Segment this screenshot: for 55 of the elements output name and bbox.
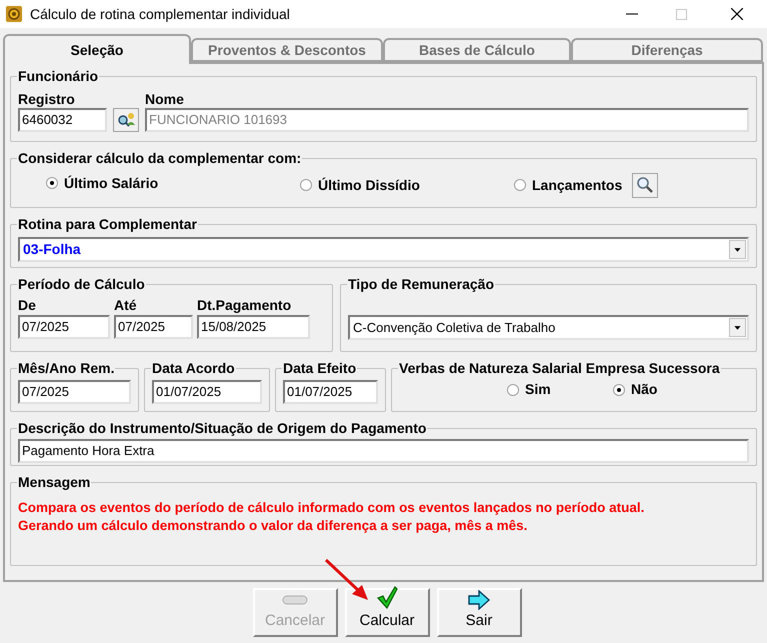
field-label: Até xyxy=(114,296,138,315)
radio-label: Último Salário xyxy=(64,174,158,192)
field-label: Dt.Pagamento xyxy=(197,296,292,315)
action-button[interactable]: Sair xyxy=(436,588,522,637)
radio-button[interactable] xyxy=(46,177,58,189)
message-text: Gerando um cálculo demonstrando o valor da diferença a ser paga, mês a mês. xyxy=(18,517,528,535)
group-title: Rotina para Complementar xyxy=(17,215,198,234)
group-title: Mês/Ano Rem. xyxy=(17,359,116,378)
app-icon xyxy=(6,6,22,22)
tab[interactable]: Bases de Cálculo xyxy=(383,38,571,62)
close-button[interactable] xyxy=(731,8,743,20)
group-title: Funcionário xyxy=(17,67,100,86)
group-title: Considerar cálculo da complementar com: xyxy=(17,149,302,168)
dropdown[interactable]: 03-Folha xyxy=(18,237,749,262)
group-title: Descrição do Instrumento/Situação de Origem do Pagamento xyxy=(17,419,428,438)
radio-button[interactable] xyxy=(300,179,312,191)
input-field[interactable]: 07/2025 xyxy=(18,380,131,404)
group-title: Tipo de Remuneração xyxy=(347,275,496,294)
magnifier-person-icon xyxy=(116,111,136,129)
field-label: Registro xyxy=(18,90,76,108)
radio-button[interactable] xyxy=(613,384,625,396)
search-person-button[interactable] xyxy=(113,108,139,132)
message-text: Compara os eventos do período de cálculo informado com os eventos lançados no período atual. xyxy=(18,499,646,517)
tab[interactable]: Seleção xyxy=(3,34,191,64)
field-label: Nome xyxy=(145,90,185,108)
radio-button[interactable] xyxy=(514,179,526,191)
input-field[interactable]: 01/07/2025 xyxy=(152,380,262,404)
group-title: Data Efeito xyxy=(282,359,358,378)
radio-label: Lançamentos xyxy=(532,176,622,195)
group-title: Data Acordo xyxy=(151,359,236,378)
input-field[interactable]: 07/2025 xyxy=(18,315,110,339)
dropdown[interactable]: C-Convenção Coletiva de Trabalho xyxy=(348,315,749,340)
field-label: De xyxy=(18,296,37,315)
annotation-arrow xyxy=(324,558,370,602)
tab[interactable]: Proventos & Descontos xyxy=(191,38,383,62)
checkmark-icon xyxy=(376,586,398,610)
arrow-right-icon xyxy=(467,590,491,610)
bar-icon xyxy=(282,594,308,606)
dropdown-value: 03-Folha xyxy=(22,240,82,259)
action-button[interactable]: Calcular xyxy=(344,588,430,637)
dropdown-value: C-Convenção Coletiva de Trabalho xyxy=(352,318,556,337)
group-title: Período de Cálculo xyxy=(17,275,146,294)
input-field[interactable]: 07/2025 xyxy=(114,315,193,339)
window-title: Cálculo de rotina complementar individual xyxy=(30,4,291,24)
radio-label: Não xyxy=(631,380,658,399)
input-field[interactable]: 01/07/2025 xyxy=(283,380,378,404)
group-title: Mensagem xyxy=(17,473,92,492)
radio-label: Último Dissídio xyxy=(318,176,420,194)
input-field[interactable]: 6460032 xyxy=(18,108,107,132)
group-title: Verbas de Natureza Salarial Empresa Sucessora xyxy=(398,359,721,378)
radio-label: Sim xyxy=(525,380,551,399)
input-field[interactable]: Pagamento Hora Extra xyxy=(18,439,749,463)
radio-button[interactable] xyxy=(507,384,519,396)
tab[interactable]: Diferenças xyxy=(571,38,763,62)
input-field[interactable]: 15/08/2025 xyxy=(197,315,310,339)
